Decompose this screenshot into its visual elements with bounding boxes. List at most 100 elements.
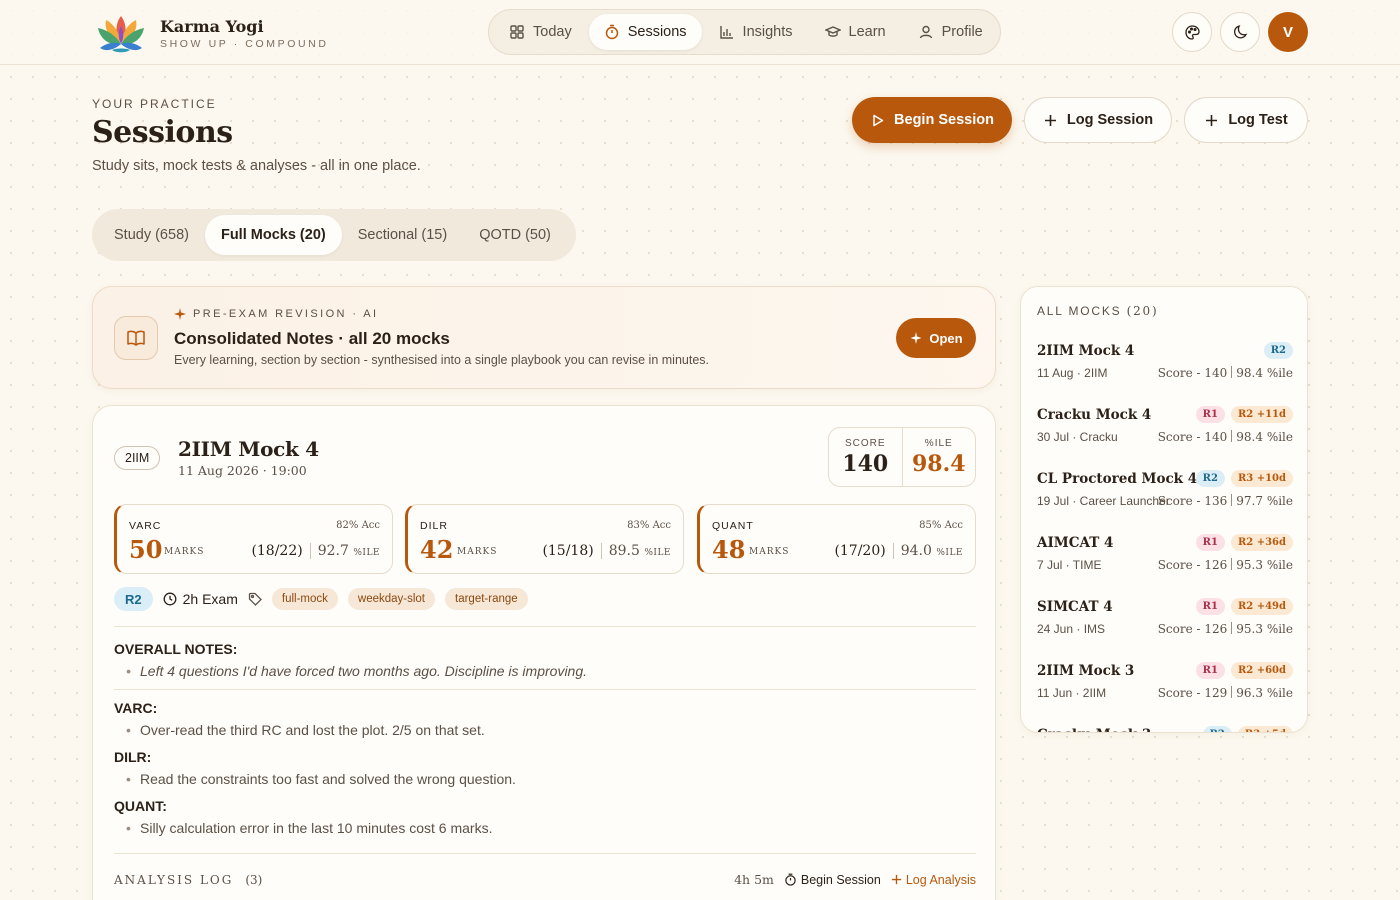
section-marks: 48 xyxy=(712,535,746,564)
tab-study[interactable]: Study (658) xyxy=(98,215,205,255)
log-analysis-button[interactable]: Log Analysis xyxy=(891,873,976,887)
analysis-log-header: ANALYSIS LOG (3) 4h 5m Begin Session Log… xyxy=(114,872,976,887)
mock-list-badges: R1 R2 +11d xyxy=(1195,406,1293,423)
open-notes-label: Open xyxy=(929,330,963,346)
log-session-label: Log Session xyxy=(1066,112,1154,128)
begin-session-label: Begin Session xyxy=(894,112,994,128)
log-session-button[interactable]: Log Session xyxy=(1024,97,1172,143)
ai-card-description: Every learning, section by section - syn… xyxy=(174,353,710,367)
page-title: Sessions xyxy=(92,115,233,150)
section-name: QUANT xyxy=(712,520,754,532)
mock-list-score-value: Score - 136 xyxy=(1157,494,1228,508)
exam-duration: 2h Exam xyxy=(163,591,238,607)
tag-chip[interactable]: full-mock xyxy=(271,588,338,610)
mock-list-item[interactable]: AIMCAT 4 R1 R2 +36d 7 Jul · TIME Score - 126… xyxy=(1037,530,1293,594)
nav-today[interactable]: Today xyxy=(494,14,587,50)
plus-icon xyxy=(1206,114,1218,126)
mock-list-score-value: Score - 140 xyxy=(1157,366,1228,380)
log-begin-session-label: Begin Session xyxy=(800,872,881,887)
nav-learn[interactable]: Learn xyxy=(810,14,901,50)
timer-icon xyxy=(605,24,618,40)
mock-list-item[interactable]: CL Proctored Mock 4 R2 R3 +10d 19 Jul · Car… xyxy=(1037,466,1293,530)
palette-icon xyxy=(1184,24,1200,40)
revision-badge: R2 xyxy=(1202,726,1232,732)
tag-chip[interactable]: target-range xyxy=(445,588,528,610)
revision-badge: R2 xyxy=(1263,342,1293,359)
percentile-suffix: %ILE xyxy=(644,548,671,558)
dark-mode-button[interactable] xyxy=(1220,12,1260,52)
tab-full-mocks[interactable]: Full Mocks (20) xyxy=(204,215,342,255)
mock-list-subtitle: 24 Jun · IMS xyxy=(1037,622,1106,636)
all-mocks-count: (20) xyxy=(1126,304,1159,318)
graduation-cap-icon xyxy=(824,26,841,37)
section-percentile: 92.7 xyxy=(317,543,349,559)
begin-session-button[interactable]: Begin Session xyxy=(852,97,1012,143)
page-subtitle: Study sits, mock tests & analyses - all … xyxy=(92,158,421,174)
mock-list-item[interactable]: SIMCAT 4 R1 R2 +49d 24 Jun · IMS Score - 126… xyxy=(1037,594,1293,658)
log-test-button[interactable]: Log Test xyxy=(1184,97,1308,143)
revision-badge: R2 +49d xyxy=(1230,598,1293,615)
nav-profile[interactable]: Profile xyxy=(903,14,998,50)
score-summary: SCORE 140 %ILE 98.4 xyxy=(828,427,976,487)
varc-note: Over-read the third RC and lost the plot… xyxy=(126,722,485,738)
tag-icon xyxy=(248,592,262,606)
percentile-value: 98.4 xyxy=(911,450,966,477)
all-mocks-title-label: ALL MOCKS xyxy=(1037,304,1122,318)
theme-palette-button[interactable] xyxy=(1172,12,1212,52)
mock-list-score-value: Score - 129 xyxy=(1157,686,1228,700)
user-avatar[interactable]: V xyxy=(1268,12,1308,52)
revision-badge: R3 +5d xyxy=(1237,726,1293,732)
mock-list-score: Score - 140 98.4 %ile xyxy=(1158,366,1293,380)
marks-label: MARKS xyxy=(164,547,205,557)
nav-insights-label: Insights xyxy=(742,24,793,40)
divider xyxy=(114,853,976,854)
mock-list-badges: R2 xyxy=(1263,342,1293,359)
section-accuracy: 82% Acc xyxy=(336,520,380,531)
mock-list-score-value: Score - 126 xyxy=(1157,622,1228,636)
marks-label: MARKS xyxy=(457,547,498,557)
tab-qotd[interactable]: QOTD (50) xyxy=(463,215,567,255)
plus-icon xyxy=(891,874,901,885)
revision-badge: R2 +36d xyxy=(1230,534,1293,551)
mock-list-item[interactable]: 2IIM Mock 3 R1 R2 +60d 11 Jun · 2IIM Score -… xyxy=(1037,658,1293,722)
section-name: DILR xyxy=(420,520,448,532)
lotus-logo-icon xyxy=(98,16,144,53)
section-attempt: (17/20) xyxy=(834,543,886,559)
mock-list-item[interactable]: Cracku Mock 4 R1 R2 +11d 30 Jul · Cracku Sco… xyxy=(1037,402,1293,466)
all-mocks-title: ALL MOCKS (20) xyxy=(1037,304,1158,318)
tab-sectional[interactable]: Sectional (15) xyxy=(342,215,463,255)
revision-badge: R1 xyxy=(1195,598,1225,615)
mock-list-item[interactable]: 2IIM Mock 4 R2 11 Aug · 2IIM Score - 140 98.… xyxy=(1037,338,1293,402)
revision-badge: R1 xyxy=(1195,662,1225,679)
nav-sessions[interactable]: Sessions xyxy=(588,14,702,50)
mock-list-percentile: 96.3 %ile xyxy=(1236,686,1293,700)
brand[interactable]: Karma Yogi SHOW UP · COMPOUND xyxy=(96,12,329,54)
percentile-suffix: %ILE xyxy=(936,548,963,558)
nav-sessions-label: Sessions xyxy=(627,24,687,40)
tag-chip[interactable]: weekday-slot xyxy=(347,588,436,610)
mock-list-badges: R1 R2 +60d xyxy=(1195,662,1293,679)
mock-source-pill: 2IIM xyxy=(114,446,161,470)
mock-list-score: Score - 126 95.3 %ile xyxy=(1158,558,1293,572)
sparkles-icon xyxy=(174,308,186,320)
revision-badge: R2 xyxy=(114,587,153,611)
mock-list-badges: R2 R3 +10d xyxy=(1195,470,1293,487)
mock-list-percentile: 98.4 %ile xyxy=(1236,366,1293,380)
varc-note-text: Over-read the third RC and lost the plot… xyxy=(140,722,485,738)
top-bar: Karma Yogi SHOW UP · COMPOUND Today Sess… xyxy=(0,0,1400,65)
book-icon xyxy=(114,316,158,360)
log-begin-session-button[interactable]: Begin Session xyxy=(784,873,881,887)
section-stats: (17/20) 94.0 %ILE xyxy=(834,543,963,559)
mock-list-item[interactable]: Cracku Mock 3 R2 R3 +5d xyxy=(1037,722,1293,732)
nav-insights[interactable]: Insights xyxy=(704,14,808,50)
analysis-log-count: (3) xyxy=(245,872,263,887)
section-percentile: 94.0 xyxy=(900,543,932,559)
nav-profile-label: Profile xyxy=(941,24,983,40)
open-notes-button[interactable]: Open xyxy=(896,318,976,358)
overall-note-text: Left 4 questions I'd have forced two mon… xyxy=(140,663,588,679)
mock-list-subtitle: 11 Aug · 2IIM xyxy=(1037,366,1108,380)
mock-list-subtitle: 7 Jul · TIME xyxy=(1037,558,1102,572)
quant-notes-heading: QUANT: xyxy=(114,798,167,814)
mock-list-badges: R1 R2 +36d xyxy=(1195,534,1293,551)
revision-badge: R1 xyxy=(1195,534,1225,551)
